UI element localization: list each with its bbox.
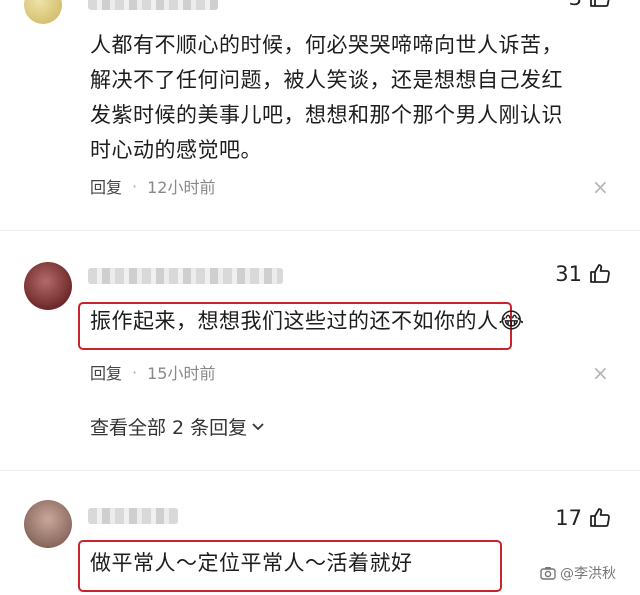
thumbs-up-icon — [590, 264, 610, 283]
comment-meta: 回复 · 12小时前 — [90, 174, 215, 198]
meta-separator: · — [132, 176, 138, 196]
comment-text-content: 振作起来，想想我们这些过的还不如你的人 — [90, 309, 499, 333]
reply-button[interactable]: 回复 — [90, 174, 122, 198]
meta-separator: · — [132, 362, 138, 382]
watermark: @李洪秋 — [540, 563, 616, 583]
thumbs-up-icon — [590, 0, 610, 7]
chevron-down-icon — [252, 422, 264, 430]
like-count: 17 — [555, 506, 582, 530]
view-all-replies-link[interactable]: 查看全部 2 条回复 — [90, 413, 267, 440]
like-count: 31 — [555, 262, 582, 286]
close-icon[interactable]: × — [592, 361, 609, 385]
username-blurred[interactable] — [88, 0, 218, 10]
thumbs-up-icon — [590, 508, 610, 527]
comment-time: 15小时前 — [147, 364, 216, 383]
like-button[interactable]: 31 — [555, 262, 612, 286]
comment-meta: 回复 · 15小时前 — [90, 360, 215, 384]
close-icon[interactable]: × — [592, 175, 609, 199]
laughing-crying-emoji: 😂 — [498, 309, 525, 334]
reply-button[interactable]: 回复 — [90, 360, 122, 384]
like-count: 3 — [569, 0, 582, 10]
like-button[interactable]: 17 — [555, 506, 612, 530]
avatar[interactable] — [24, 262, 72, 310]
comment-text: 做平常人～定位平常人～活着就好 — [90, 551, 413, 575]
comment-divider — [0, 470, 640, 471]
watermark-text: @李洪秋 — [560, 566, 616, 582]
comment-text: 振作起来，想想我们这些过的还不如你的人😂 — [90, 304, 525, 339]
comment-divider — [0, 230, 640, 231]
like-button[interactable]: 3 — [569, 0, 612, 10]
view-all-replies-label: 查看全部 2 条回复 — [90, 417, 248, 439]
username-blurred[interactable] — [88, 268, 283, 284]
comment-text: 人都有不顺心的时候，何必哭哭啼啼向世人诉苦，解决不了任何问题，被人笑谈，还是想想… — [90, 33, 563, 162]
username-blurred[interactable] — [88, 508, 178, 524]
avatar[interactable] — [24, 500, 72, 548]
comment-time: 12小时前 — [147, 178, 216, 197]
avatar[interactable] — [24, 0, 62, 24]
camera-logo-icon — [540, 567, 556, 580]
